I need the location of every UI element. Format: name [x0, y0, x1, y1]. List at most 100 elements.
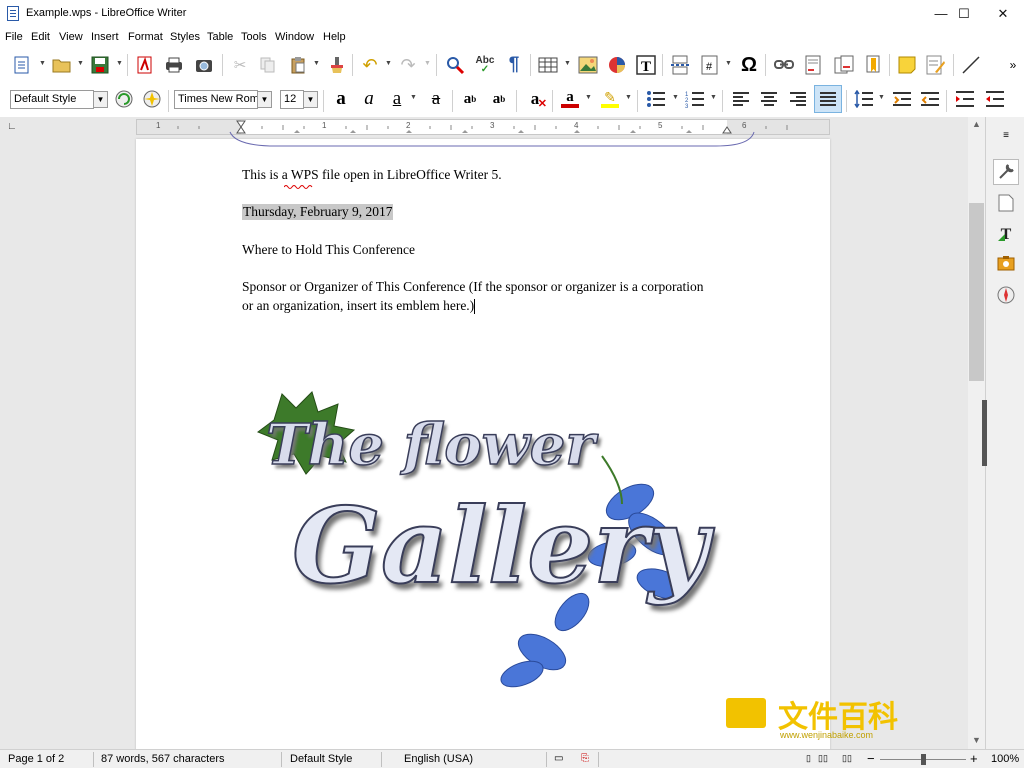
italic-icon[interactable]: a [357, 87, 381, 111]
track-changes-icon[interactable] [924, 53, 948, 77]
text-language[interactable]: English (USA) [404, 753, 473, 765]
save-icon[interactable] [88, 53, 112, 77]
gallery-icon[interactable] [996, 253, 1016, 273]
cut-icon[interactable]: ✂ [228, 53, 252, 77]
chevron-down-icon[interactable]: ▼ [257, 91, 272, 108]
menu-table[interactable]: Table [207, 31, 233, 43]
insert-line-icon[interactable] [959, 53, 983, 77]
document-modified-icon[interactable]: ⎘ [581, 753, 589, 764]
decrease-indent-icon[interactable] [983, 87, 1007, 111]
zoom-in-icon[interactable]: + [970, 751, 978, 766]
sponsor-text[interactable]: Sponsor or Organizer of This Conference … [242, 279, 704, 295]
insert-table-icon[interactable] [536, 53, 560, 77]
scroll-down-icon[interactable]: ▼ [972, 735, 981, 745]
align-left-icon[interactable] [729, 87, 753, 111]
subscript-icon[interactable]: ab [487, 87, 511, 111]
underline-icon[interactable]: a [385, 87, 409, 111]
insert-bookmark-icon[interactable] [861, 53, 885, 77]
insert-page-break-icon[interactable] [668, 53, 692, 77]
align-center-icon[interactable] [757, 87, 781, 111]
font-color-icon[interactable]: a [558, 87, 582, 111]
font-name-combo[interactable]: Times New Roma [174, 90, 258, 109]
close-button[interactable]: ✕ [980, 0, 1024, 27]
menu-edit[interactable]: Edit [31, 31, 50, 43]
superscript-icon[interactable]: ab [458, 87, 482, 111]
redo-icon[interactable]: ↷ [396, 53, 420, 77]
menu-view[interactable]: View [59, 31, 83, 43]
spelling-icon[interactable]: Abc ✓ [473, 53, 497, 77]
open-folder-icon[interactable] [50, 53, 74, 77]
body-text-line[interactable]: This is a WPS file open in LibreOffice W… [242, 167, 502, 183]
zoom-percentage[interactable]: 100% [991, 753, 1019, 765]
page-style[interactable]: Default Style [290, 753, 352, 765]
decrease-paragraph-spacing-icon[interactable] [918, 87, 942, 111]
tab-stop-selector[interactable]: ∟ [7, 121, 17, 132]
formatting-marks-icon[interactable]: ¶ [502, 53, 526, 77]
scroll-up-icon[interactable]: ▲ [972, 119, 981, 129]
chevron-down-icon[interactable]: ▼ [878, 94, 885, 101]
print-preview-icon[interactable] [192, 53, 216, 77]
insert-endnote-icon[interactable] [832, 53, 856, 77]
highlighting-icon[interactable]: ✎ [598, 87, 622, 111]
multi-page-view-icon[interactable]: ▯▯ [818, 753, 828, 764]
chevron-down-icon[interactable]: ▼ [424, 60, 431, 67]
insert-footnote-icon[interactable] [802, 53, 826, 77]
chevron-down-icon[interactable]: ▼ [77, 60, 84, 67]
menu-insert[interactable]: Insert [91, 31, 119, 43]
styles-icon[interactable]: T [996, 223, 1016, 243]
strikethrough-icon[interactable]: a [424, 87, 448, 111]
chevron-down-icon[interactable]: ▼ [564, 60, 571, 67]
insert-text-box-icon[interactable]: T [634, 53, 658, 77]
insert-image-icon[interactable] [576, 53, 600, 77]
selection-mode-icon[interactable]: ▭ [554, 753, 563, 764]
menu-window[interactable]: Window [275, 31, 314, 43]
increase-paragraph-spacing-icon[interactable] [890, 87, 914, 111]
insert-chart-icon[interactable] [605, 53, 629, 77]
chevron-down-icon[interactable]: ▼ [725, 60, 732, 67]
new-document-icon[interactable] [10, 53, 34, 77]
copy-icon[interactable] [256, 53, 280, 77]
new-style-icon[interactable] [140, 87, 164, 111]
font-size-combo[interactable]: 12 [280, 90, 304, 109]
sidebar-collapse-handle[interactable] [982, 400, 987, 466]
page-count[interactable]: Page 1 of 2 [8, 753, 64, 765]
chevron-down-icon[interactable]: ▼ [625, 94, 632, 101]
undo-icon[interactable]: ↶ [358, 53, 382, 77]
date-field[interactable]: Thursday, February 9, 2017 [242, 204, 394, 220]
document-page[interactable]: This is a WPS file open in LibreOffice W… [136, 131, 898, 749]
navigator-icon[interactable] [996, 285, 1016, 305]
zoom-out-icon[interactable]: − [867, 751, 875, 766]
paragraph-style-combo[interactable]: Default Style [10, 90, 94, 109]
chevron-down-icon[interactable]: ▼ [116, 60, 123, 67]
chevron-down-icon[interactable]: ▼ [93, 91, 108, 108]
numbered-list-icon[interactable]: 123 [683, 87, 707, 111]
toolbar-overflow-icon[interactable]: » [1006, 53, 1020, 77]
clear-formatting-icon[interactable]: a ✕ [523, 87, 547, 111]
chevron-down-icon[interactable]: ▼ [313, 60, 320, 67]
print-icon[interactable] [162, 53, 186, 77]
menu-tools[interactable]: Tools [241, 31, 267, 43]
page-icon[interactable] [996, 193, 1016, 213]
menu-file[interactable]: File [5, 31, 23, 43]
update-style-icon[interactable] [112, 87, 136, 111]
chevron-down-icon[interactable]: ▼ [385, 60, 392, 67]
justify-icon[interactable] [814, 85, 842, 113]
sponsor-text-continued[interactable]: or an organization, insert its emblem he… [242, 298, 476, 315]
zoom-slider-thumb[interactable] [921, 754, 926, 765]
word-count[interactable]: 87 words, 567 characters [101, 753, 225, 765]
chevron-down-icon[interactable]: ▼ [39, 60, 46, 67]
increase-indent-icon[interactable] [953, 87, 977, 111]
line-spacing-icon[interactable] [852, 87, 876, 111]
export-pdf-icon[interactable] [133, 53, 157, 77]
chevron-down-icon[interactable]: ▼ [303, 91, 318, 108]
chevron-down-icon[interactable]: ▼ [410, 94, 417, 101]
sidebar-menu-icon[interactable]: ≡ [996, 125, 1016, 145]
menu-help[interactable]: Help [323, 31, 346, 43]
chevron-down-icon[interactable]: ▼ [710, 94, 717, 101]
menu-styles[interactable]: Styles [170, 31, 200, 43]
book-view-icon[interactable]: ▯▯ [842, 753, 852, 764]
special-character-icon[interactable]: Ω [737, 53, 761, 77]
conference-location-text[interactable]: Where to Hold This Conference [242, 242, 415, 258]
insert-field-icon[interactable]: # [698, 53, 722, 77]
menu-format[interactable]: Format [128, 31, 163, 43]
